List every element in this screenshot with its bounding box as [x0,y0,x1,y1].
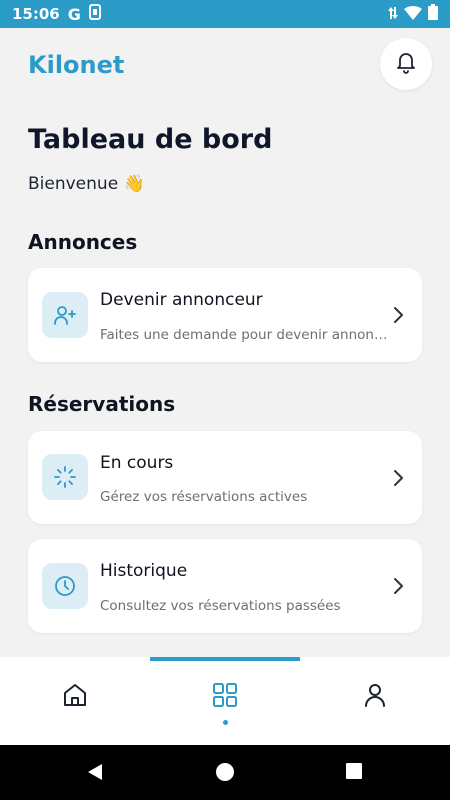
wifi-icon [404,5,422,24]
chevron-right-icon [392,577,404,599]
loader-icon [42,454,88,500]
status-left: 15:06 G [12,4,101,24]
bell-icon [394,50,418,78]
notifications-button[interactable] [380,38,432,90]
user-icon [361,681,389,713]
card-en-cours[interactable]: En cours Gérez vos réservations actives [28,431,422,524]
chevron-right-icon [392,469,404,491]
nav-item-home[interactable] [0,657,150,745]
chevron-right-icon [392,306,404,328]
grid-icon [211,681,239,713]
app-brand: Kilonet [28,51,125,79]
section-title-reservations: Réservations [28,392,176,416]
card-title: Devenir annonceur [100,290,263,310]
welcome-text: Bienvenue 👋 [28,174,145,194]
google-g-icon: G [67,4,81,24]
user-plus-icon [42,292,88,338]
back-icon[interactable] [85,762,105,786]
home-circle-icon[interactable] [215,762,235,786]
status-time: 15:06 [12,5,60,23]
home-icon [61,681,89,713]
clock-icon [42,563,88,609]
nav-item-dashboard[interactable] [150,657,300,745]
active-tab-indicator [150,657,300,661]
system-navigation-bar [0,745,450,800]
card-title: En cours [100,453,174,473]
section-title-annonces: Annonces [28,230,138,254]
battery-icon [428,4,438,24]
nav-item-profile[interactable] [300,657,450,745]
status-right [388,4,438,24]
card-devenir-annonceur[interactable]: Devenir annonceur Faites une demande pou… [28,268,422,362]
app-header: Kilonet [0,28,450,102]
card-title: Historique [100,561,188,581]
data-transfer-icon [388,5,398,24]
recents-icon[interactable] [345,762,363,784]
status-bar: 15:06 G [0,0,450,28]
sim-card-icon [88,4,101,24]
card-subtitle: Gérez vos réservations actives [100,489,308,505]
bottom-navigation [0,657,450,745]
card-subtitle: Faites une demande pour devenir annonceu… [100,327,390,343]
page-title: Tableau de bord [28,124,273,155]
card-historique[interactable]: Historique Consultez vos réservations pa… [28,539,422,633]
card-subtitle: Consultez vos réservations passées [100,598,341,614]
active-dot [223,720,228,725]
